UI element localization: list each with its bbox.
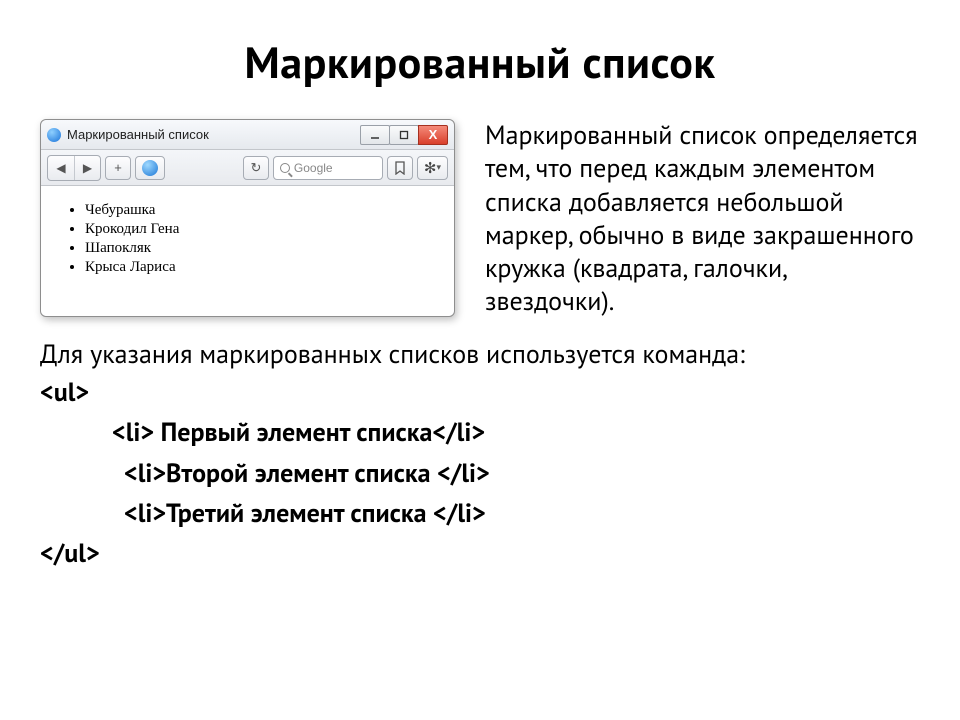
browser-content: Чебурашка Крокодил Гена Шапокляк Крыса Л… (41, 186, 454, 316)
code-line: <li>Третий элемент списка </li> (40, 494, 920, 534)
home-button[interactable] (135, 156, 165, 180)
forward-button[interactable]: ▶ (74, 156, 100, 180)
code-line: <li> Первый элемент списка</li> (40, 413, 920, 453)
code-example: <ul> <li> Первый элемент списка</li> <li… (40, 373, 920, 574)
browser-window: Маркированный список X ◀ ▶ + (40, 119, 455, 317)
gear-icon: ✻ (424, 159, 437, 177)
list-item: Крыса Лариса (85, 259, 440, 276)
list-item: Чебурашка (85, 202, 440, 219)
search-placeholder: Google (294, 161, 333, 175)
window-title: Маркированный список (67, 127, 361, 142)
search-icon (280, 163, 290, 173)
maximize-button[interactable] (389, 125, 419, 145)
window-buttons: X (361, 125, 448, 145)
code-line: <li>Второй элемент списка </li> (40, 454, 920, 494)
browser-titlebar: Маркированный список X (41, 120, 454, 150)
instruction-paragraph: Для указания маркированных списков испол… (40, 337, 920, 373)
minimize-button[interactable] (360, 125, 390, 145)
globe-icon (142, 160, 158, 176)
new-tab-button[interactable]: + (105, 156, 131, 180)
nav-group: ◀ ▶ (47, 155, 101, 181)
code-line: </ul> (40, 534, 920, 574)
page-title: Маркированный список (40, 34, 920, 91)
description-paragraph: Маркированный список определяется тем, ч… (485, 119, 920, 319)
back-button[interactable]: ◀ (48, 156, 74, 180)
bulleted-list: Чебурашка Крокодил Гена Шапокляк Крыса Л… (55, 202, 440, 276)
slide: Маркированный список Маркированный списо… (0, 0, 960, 720)
close-button[interactable]: X (418, 125, 448, 145)
code-line: <ul> (40, 373, 920, 413)
upper-row: Маркированный список X ◀ ▶ + (40, 119, 920, 319)
bookmark-button[interactable] (387, 156, 413, 180)
settings-button[interactable]: ✻▾ (417, 156, 448, 180)
list-item: Шапокляк (85, 240, 440, 257)
search-input[interactable]: Google (273, 156, 383, 180)
browser-toolbar: ◀ ▶ + ↻ Google ✻▾ (41, 150, 454, 186)
globe-icon (47, 128, 61, 142)
list-item: Крокодил Гена (85, 221, 440, 238)
reload-button[interactable]: ↻ (243, 156, 269, 180)
